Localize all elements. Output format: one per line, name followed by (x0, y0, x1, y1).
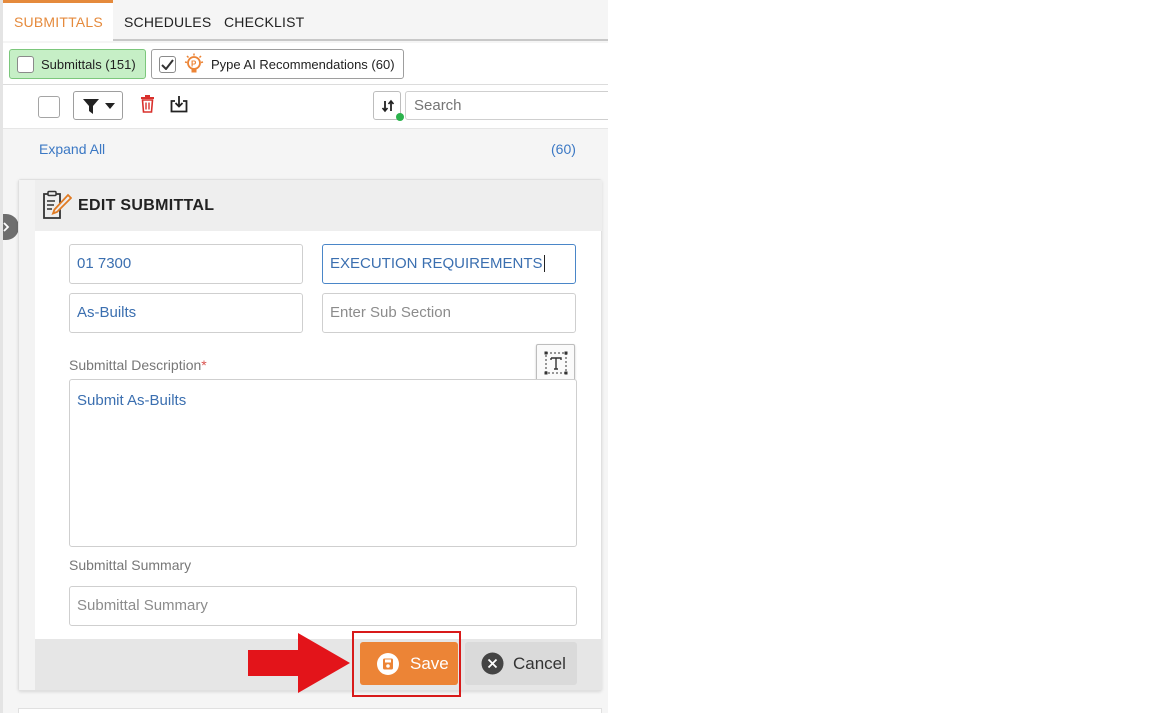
required-asterisk: * (201, 357, 207, 373)
checkmark-icon (161, 58, 174, 70)
caret-down-icon (105, 103, 115, 109)
cancel-button[interactable]: Cancel (465, 642, 577, 685)
list-toolbar (3, 85, 608, 129)
recommendation-count: (60) (551, 141, 576, 157)
tab-submittals[interactable]: SUBMITTALS (3, 0, 113, 41)
cancel-label: Cancel (513, 653, 566, 673)
tab-checklist[interactable]: CHECKLIST (224, 0, 304, 41)
chevron-right-icon (3, 222, 10, 232)
submittals-panel: SUBMITTALS SCHEDULES CHECKLIST Submittal… (0, 0, 608, 713)
tab-schedules[interactable]: SCHEDULES (124, 0, 211, 41)
lightbulb-icon: P (183, 53, 205, 75)
summary-field[interactable]: Submittal Summary (69, 586, 577, 626)
tab-bar: SUBMITTALS SCHEDULES CHECKLIST (3, 0, 608, 41)
spec-number-field[interactable]: 01 7300 (69, 244, 303, 284)
submittals-filter-chip[interactable]: Submittals (151) (9, 49, 146, 79)
text-box-icon (544, 351, 567, 374)
text-format-button[interactable] (536, 344, 575, 381)
edit-document-icon (43, 190, 72, 219)
download-icon[interactable] (170, 95, 188, 113)
submittals-chip-checkbox[interactable] (17, 55, 34, 73)
pype-chip-label: Pype AI Recommendations (60) (211, 56, 395, 72)
pype-chip-checkbox[interactable] (159, 55, 176, 73)
spec-title-field[interactable]: EXECUTION REQUIREMENTS (322, 244, 576, 284)
collapse-panel-handle[interactable] (3, 214, 19, 240)
summary-label: Submittal Summary (69, 557, 192, 573)
filter-chip-row: Submittals (151) P Pype AI Recommendatio… (3, 43, 608, 85)
sort-icon (381, 99, 395, 113)
edit-submittal-title: EDIT SUBMITTAL (78, 197, 215, 214)
pype-ai-filter-chip[interactable]: P Pype AI Recommendations (60) (151, 49, 404, 79)
annotation-arrow (248, 633, 350, 693)
description-textarea[interactable]: Submit As-Builts (69, 379, 577, 547)
sort-active-indicator (396, 113, 404, 121)
edit-submittal-card: EDIT SUBMITTAL 01 7300 EXECUTION REQUIRE… (18, 179, 602, 691)
funnel-icon (83, 99, 99, 114)
filter-dropdown-button[interactable] (73, 91, 123, 120)
sub-section-field[interactable]: Enter Sub Section (322, 293, 576, 333)
trash-icon[interactable] (140, 95, 155, 113)
expand-all-link[interactable]: Expand All (39, 141, 105, 157)
section-field[interactable]: As-Builts (69, 293, 303, 333)
description-label: Submittal Description* (69, 357, 207, 373)
spec-title-value: EXECUTION REQUIREMENTS (330, 255, 543, 272)
search-input[interactable] (405, 91, 608, 120)
text-cursor (543, 255, 545, 272)
close-circle-icon (481, 652, 504, 675)
next-submittal-card (18, 708, 602, 713)
save-highlight-box (352, 631, 461, 697)
description-label-text: Submittal Description (69, 357, 202, 373)
select-all-checkbox[interactable] (38, 96, 60, 118)
edit-submittal-header: EDIT SUBMITTAL (35, 180, 602, 231)
svg-text:P: P (191, 60, 197, 69)
card-side-strip (19, 180, 35, 690)
submittals-chip-label: Submittals (151) (41, 56, 136, 72)
